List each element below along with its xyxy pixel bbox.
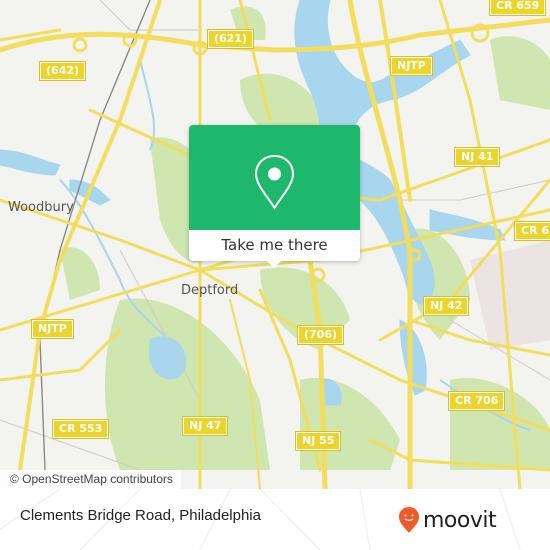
road-shield-njtp-west: NJTP <box>31 319 74 339</box>
location-title: Clements Bridge Road, Philadelphia <box>20 507 261 524</box>
road-shield-njtp-north: NJTP <box>390 56 433 76</box>
road-shield-cr706: CR 706 <box>447 391 506 411</box>
road-shield-cr553: CR 553 <box>51 419 110 439</box>
road-shield-621: (621) <box>206 29 255 49</box>
popup-pointer <box>265 259 283 268</box>
map[interactable]: Woodbury Deptford (621) (642) NJTP CR 65… <box>0 0 550 489</box>
road-shield-nj47: NJ 47 <box>181 416 229 436</box>
road-shield-706: (706) <box>296 325 345 345</box>
road-shield-nj41: NJ 41 <box>453 147 501 167</box>
take-me-there-button[interactable]: Take me there <box>189 230 360 261</box>
location-pin-icon <box>254 154 295 210</box>
moovit-wordmark: moovit <box>423 507 497 533</box>
road-shield-642: (642) <box>38 61 87 81</box>
urban-area <box>470 240 550 350</box>
footer: Clements Bridge Road, Philadelphia moovi… <box>0 489 550 550</box>
road-shield-nj42: NJ 42 <box>422 296 470 316</box>
road-shield-cr659: CR 659 <box>488 0 547 16</box>
place-label-woodbury: Woodbury <box>8 200 74 215</box>
map-attribution[interactable]: © OpenStreetMap contributors <box>0 470 181 489</box>
moovit-logo[interactable]: moovit <box>398 506 497 534</box>
road-shield-cr68: CR 68 <box>514 221 550 241</box>
destination-popup: Take me there <box>189 125 360 268</box>
place-label-deptford: Deptford <box>181 283 239 298</box>
popup-header <box>189 125 360 230</box>
moovit-pin-icon <box>399 507 419 533</box>
road-shield-nj55: NJ 55 <box>294 431 342 451</box>
